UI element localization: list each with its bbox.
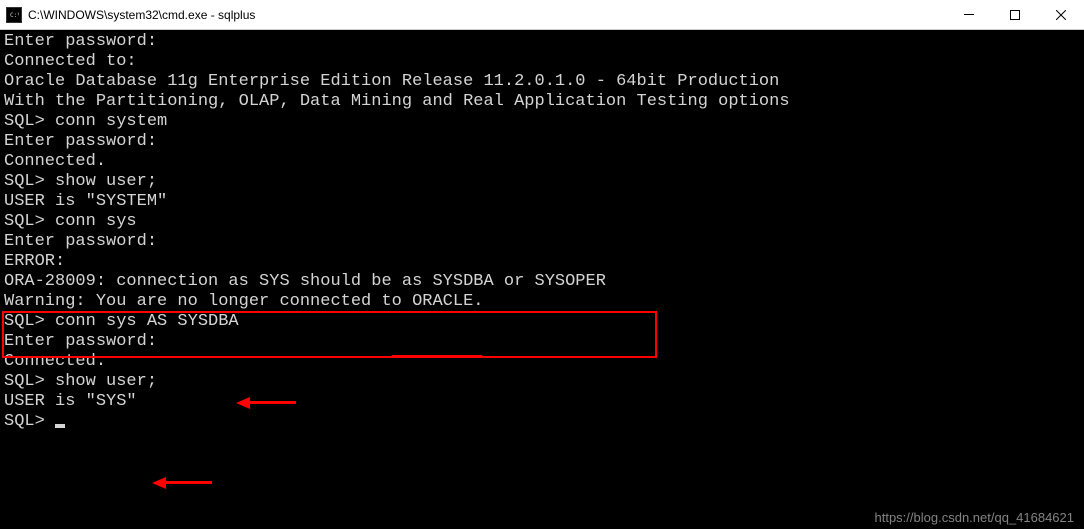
cmd-icon: C:\: [6, 7, 22, 23]
terminal-line: ERROR:: [4, 252, 1080, 272]
terminal-line: ORA-28009: connection as SYS should be a…: [4, 272, 1080, 292]
terminal-line: Enter password:: [4, 232, 1080, 252]
watermark: https://blog.csdn.net/qq_41684621: [875, 510, 1075, 525]
terminal-line: USER is "SYSTEM": [4, 192, 1080, 212]
terminal-line: Connected to:: [4, 52, 1080, 72]
terminal-line: Enter password:: [4, 132, 1080, 152]
window-title: C:\WINDOWS\system32\cmd.exe - sqlplus: [28, 8, 946, 22]
terminal-line: Connected.: [4, 152, 1080, 172]
terminal-line: SQL> show user;: [4, 372, 1080, 392]
window-controls: [946, 0, 1084, 29]
close-button[interactable]: [1038, 0, 1084, 29]
terminal-line: SQL> conn sys: [4, 212, 1080, 232]
terminal-prompt-line: SQL>: [4, 412, 1080, 432]
terminal-line: SQL> conn system: [4, 112, 1080, 132]
cursor: [55, 424, 65, 428]
terminal-line: With the Partitioning, OLAP, Data Mining…: [4, 92, 1080, 112]
terminal-line: Warning: You are no longer connected to …: [4, 292, 1080, 312]
terminal-line: USER is "SYS": [4, 392, 1080, 412]
terminal-line: Connected.: [4, 352, 1080, 372]
terminal-line: SQL> show user;: [4, 172, 1080, 192]
window-titlebar: C:\ C:\WINDOWS\system32\cmd.exe - sqlplu…: [0, 0, 1084, 30]
terminal-line: Enter password:: [4, 32, 1080, 52]
terminal-line: Enter password:: [4, 332, 1080, 352]
terminal-line: Oracle Database 11g Enterprise Edition R…: [4, 72, 1080, 92]
terminal-line: SQL> conn sys AS SYSDBA: [4, 312, 1080, 332]
svg-text:C:\: C:\: [10, 12, 19, 19]
terminal-output[interactable]: Enter password: Connected to: Oracle Dat…: [0, 30, 1084, 434]
minimize-button[interactable]: [946, 0, 992, 29]
maximize-button[interactable]: [992, 0, 1038, 29]
